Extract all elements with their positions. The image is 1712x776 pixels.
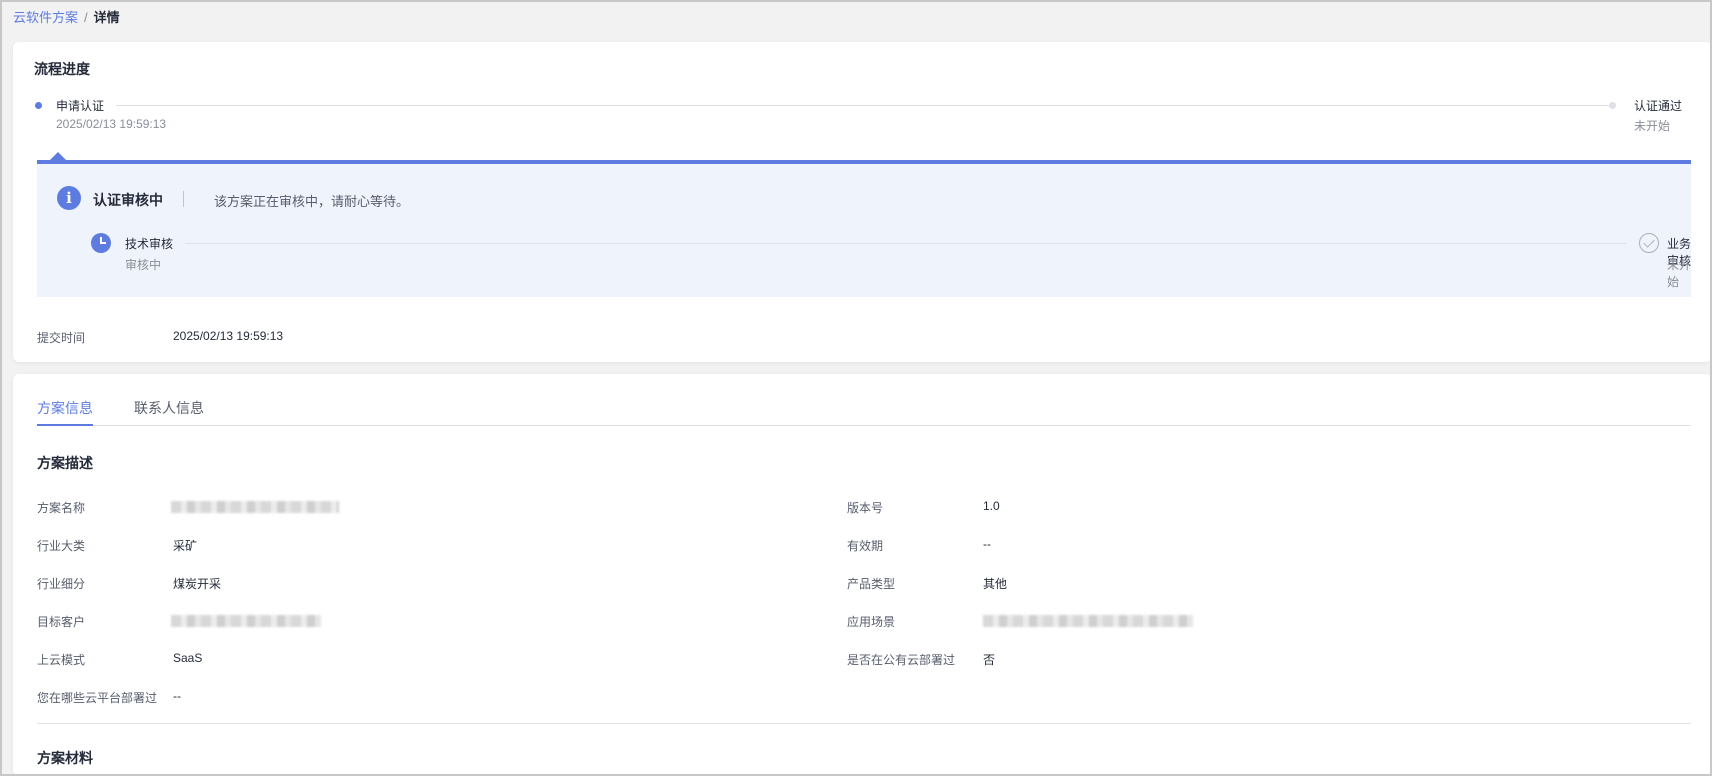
substep-label-tech: 技术审核 [125,237,174,251]
field-value-product-type: 其他 [983,577,1008,591]
field-label-cloud-mode: 上云模式 [37,653,86,667]
field-value-target-customer [171,615,321,627]
breadcrumb-current: 详情 [93,10,120,25]
submit-time-label: 提交时间 [37,331,86,345]
field-label-scheme-name: 方案名称 [37,501,86,515]
field-value-deployed-platforms: -- [173,689,181,703]
field-label-industry: 行业大类 [37,539,86,553]
tab-contact-info[interactable]: 联系人信息 [134,398,204,426]
breadcrumb-link-cloud-software[interactable]: 云软件方案 [13,10,78,25]
field-value-industry: 采矿 [173,539,198,553]
breadcrumb: 云软件方案 / 详情 [13,9,120,27]
panel-pointer [50,152,66,160]
step-label-approved: 认证通过 [1634,99,1683,113]
step-dot-approved [1609,102,1616,109]
field-label-product-type: 产品类型 [847,577,896,591]
status-panel: i 认证审核中 该方案正在审核中，请耐心等待。 技术审核 审核中 业务审核 未开… [37,160,1691,297]
field-value-version: 1.0 [983,499,1000,513]
section-divider [37,723,1691,724]
field-value-scheme-name [171,501,339,513]
status-message: 该方案正在审核中，请耐心等待。 [214,194,410,209]
step-connector [116,105,1613,106]
field-label-deployed-platforms: 您在哪些云平台部署过 [37,691,158,705]
substep-status-business: 未开始 [1667,258,1692,289]
step-dot-apply [35,102,42,109]
scheme-info-card: 方案信息 联系人信息 方案描述 方案名称 行业大类 采矿 行业细分 煤炭开采 目… [13,374,1712,776]
field-value-scenario [983,615,1193,627]
field-label-validity: 有效期 [847,539,884,553]
step-time-apply: 2025/02/13 19:59:13 [56,117,167,131]
field-value-cloud-mode: SaaS [173,651,203,665]
step-label-apply: 申请认证 [56,99,105,113]
info-icon: i [57,186,81,210]
check-circle-icon [1639,233,1659,253]
tab-scheme-info[interactable]: 方案信息 [37,398,93,426]
field-label-public-cloud-deployed: 是否在公有云部署过 [847,653,956,667]
process-title: 流程进度 [34,61,90,77]
status-divider [183,191,184,207]
submit-time-value: 2025/02/13 19:59:13 [173,329,284,343]
breadcrumb-separator: / [84,10,88,25]
field-label-target-customer: 目标客户 [37,615,86,629]
field-label-scenario: 应用场景 [847,615,896,629]
process-card: 流程进度 申请认证 2025/02/13 19:59:13 认证通过 未开始 i… [13,42,1712,362]
field-label-sub-industry: 行业细分 [37,577,86,591]
step-status-approved: 未开始 [1634,119,1671,133]
substep-connector [185,243,1627,244]
status-title: 认证审核中 [93,192,163,208]
field-value-public-cloud-deployed: 否 [983,653,996,667]
tab-bar: 方案信息 联系人信息 [37,398,1691,426]
field-value-validity: -- [983,537,991,551]
field-value-sub-industry: 煤炭开采 [173,577,222,591]
field-label-version: 版本号 [847,501,884,515]
materials-title: 方案材料 [37,750,93,766]
substep-status-tech: 审核中 [125,258,162,272]
description-title: 方案描述 [37,455,93,471]
clock-icon [91,233,111,253]
